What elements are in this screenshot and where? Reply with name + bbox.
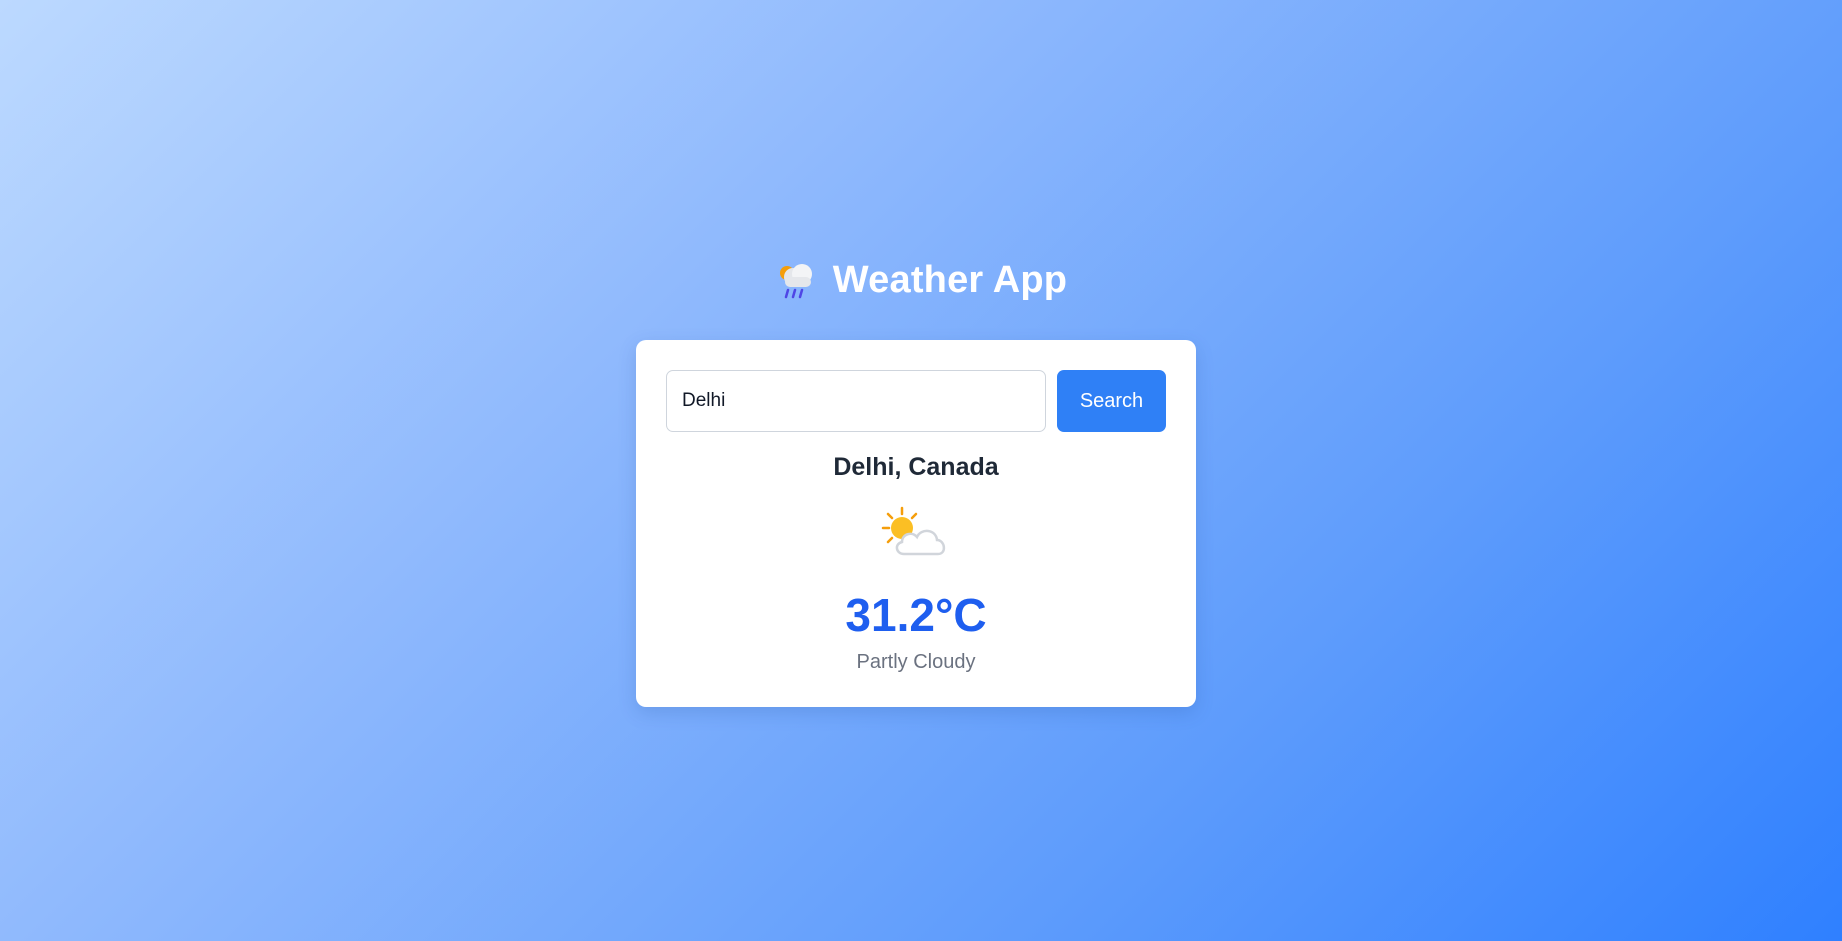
weather-condition: Partly Cloudy [856, 651, 976, 673]
search-button[interactable]: Search [1057, 370, 1166, 432]
city-search-input[interactable] [666, 370, 1046, 432]
app-header: Weather App [0, 250, 1842, 310]
weather-card: Search Delhi, Canada 31.2°C Partly Cloud… [636, 340, 1196, 707]
app-title: Weather App [832, 258, 1068, 301]
partly-cloudy-icon [881, 506, 946, 556]
rain-cloud-icon [779, 264, 812, 299]
temperature-value: 31.2°C [845, 589, 987, 641]
location-name: Delhi, Canada [833, 453, 999, 481]
